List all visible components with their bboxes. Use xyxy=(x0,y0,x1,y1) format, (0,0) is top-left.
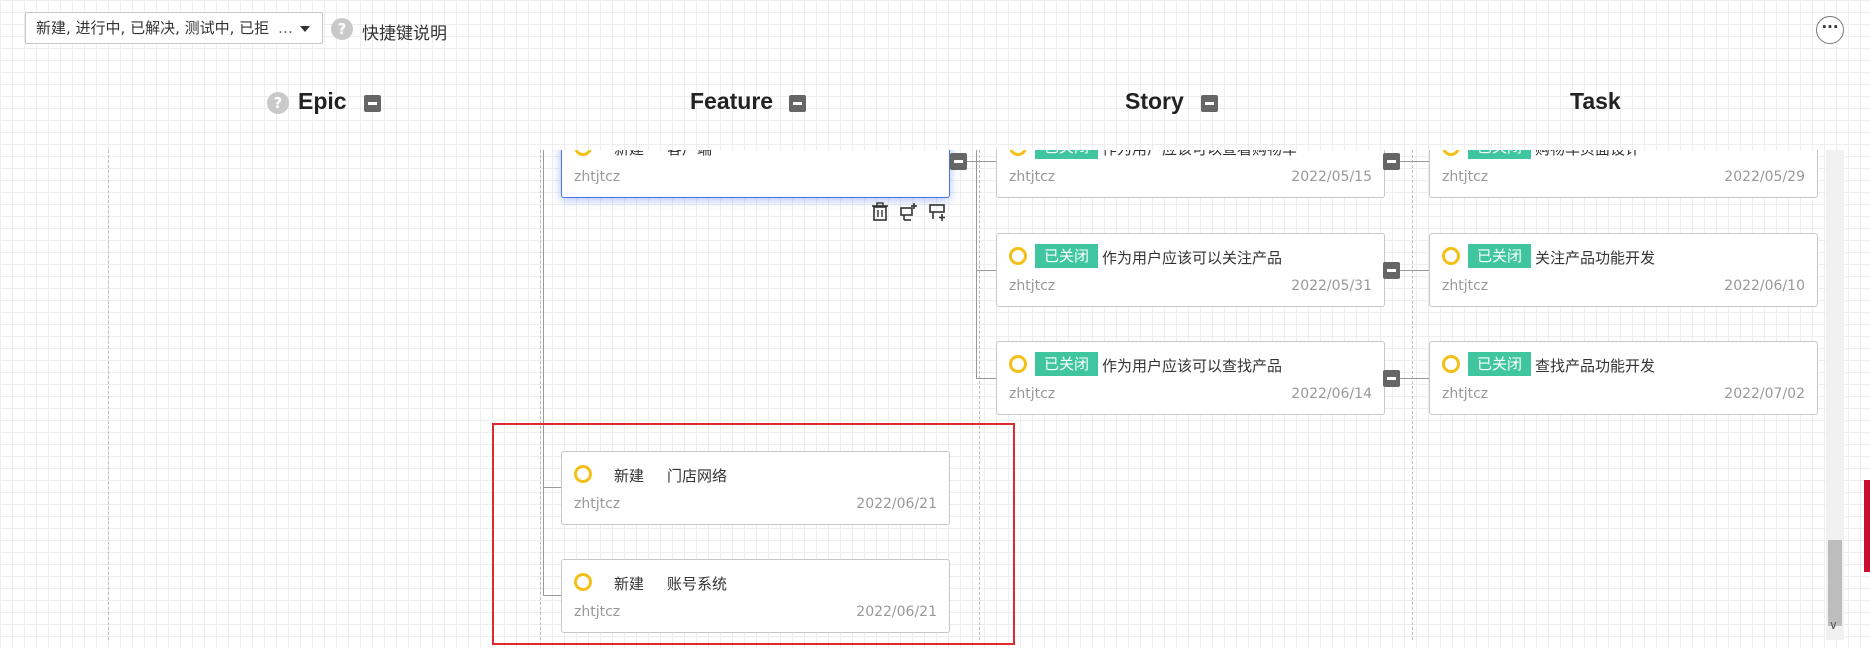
status-ring-icon xyxy=(1009,247,1027,265)
card-title[interactable]: 查找产品功能开发 xyxy=(1535,355,1655,376)
card-assignee: zhtjtcz xyxy=(1442,278,1489,294)
collapse-toggle-feature-children[interactable] xyxy=(950,153,967,170)
card-date: 2022/05/29 xyxy=(1724,169,1805,185)
status-badge: 已关闭 xyxy=(1035,352,1099,376)
card-assignee: zhtjtcz xyxy=(574,169,621,185)
story-card[interactable]: 已关闭 作为用户应该可以关注产品 zhtjtcz 2022/05/31 xyxy=(996,233,1385,307)
status-filter-overflow: … xyxy=(278,19,293,37)
card-date: 2022/07/02 xyxy=(1724,386,1805,402)
collapse-toggle-story-2[interactable] xyxy=(1383,262,1400,279)
add-sibling-icon[interactable] xyxy=(928,202,948,222)
card-title[interactable]: 关注产品功能开发 xyxy=(1535,247,1655,268)
toolbar: 新建, 进行中, 已解决, 测试中, 已拒 … ? 快捷键说明 ··· xyxy=(0,0,1870,60)
status-badge: 已关闭 xyxy=(1035,244,1099,268)
column-header-epic: Epic xyxy=(298,88,347,114)
card-title[interactable]: 作为用户应该可以查找产品 xyxy=(1102,355,1282,376)
collapse-story-column[interactable] xyxy=(1201,95,1218,112)
task-card[interactable]: 已关闭 查找产品功能开发 zhtjtcz 2022/07/02 xyxy=(1429,341,1818,415)
collapse-toggle-story-3[interactable] xyxy=(1383,370,1400,387)
card-title[interactable]: 作为用户应该可以关注产品 xyxy=(1102,247,1282,268)
card-assignee: zhtjtcz xyxy=(1442,386,1489,402)
status-ring-icon xyxy=(1009,355,1027,373)
status-filter-value: 新建, 进行中, 已解决, 测试中, 已拒 xyxy=(36,19,270,37)
status-ring-icon xyxy=(1442,355,1460,373)
task-card[interactable]: 已关闭 关注产品功能开发 zhtjtcz 2022/06/10 xyxy=(1429,233,1818,307)
status-filter-select[interactable]: 新建, 进行中, 已解决, 测试中, 已拒 … xyxy=(25,12,323,44)
column-header-feature: Feature xyxy=(690,88,774,114)
question-icon[interactable]: ? xyxy=(331,18,353,40)
chevron-down-icon[interactable] xyxy=(300,26,310,32)
story-column-guide xyxy=(1412,150,1413,640)
story-connector-trunk xyxy=(976,150,977,378)
status-ring-icon xyxy=(1442,247,1460,265)
story-card[interactable]: 已关闭 作为用户应该可以查找产品 zhtjtcz 2022/06/14 xyxy=(996,341,1385,415)
collapse-toggle-story-1[interactable] xyxy=(1383,153,1400,170)
card-date: 2022/05/31 xyxy=(1291,278,1372,294)
scrollbar-thumb[interactable] xyxy=(1828,540,1842,626)
more-options-icon[interactable]: ··· xyxy=(1816,16,1844,44)
collapse-feature-column[interactable] xyxy=(789,95,806,112)
card-assignee: zhtjtcz xyxy=(1442,169,1489,185)
status-badge: 已关闭 xyxy=(1468,352,1532,376)
add-child-icon[interactable] xyxy=(899,202,919,222)
scroll-down-arrow-icon[interactable]: ∨ xyxy=(1829,618,1838,632)
card-date: 2022/05/15 xyxy=(1291,169,1372,185)
epic-help-icon[interactable]: ? xyxy=(267,92,289,114)
story-connector-2 xyxy=(976,270,996,271)
highlight-annotation xyxy=(492,423,1015,645)
shortcut-help-link[interactable]: 快捷键说明 xyxy=(362,19,447,44)
column-header-task: Task xyxy=(1570,88,1621,114)
side-feedback-tab[interactable] xyxy=(1864,480,1870,572)
story-connector-3 xyxy=(976,378,996,379)
column-header-story: Story xyxy=(1125,88,1184,114)
card-assignee: zhtjtcz xyxy=(1009,386,1056,402)
epic-column-guide xyxy=(108,150,109,640)
trash-icon[interactable] xyxy=(870,202,890,222)
collapse-epic-column[interactable] xyxy=(364,95,381,112)
status-badge: 已关闭 xyxy=(1468,244,1532,268)
card-assignee: zhtjtcz xyxy=(1009,169,1056,185)
card-date: 2022/06/14 xyxy=(1291,386,1372,402)
card-assignee: zhtjtcz xyxy=(1009,278,1056,294)
card-date: 2022/06/10 xyxy=(1724,278,1805,294)
